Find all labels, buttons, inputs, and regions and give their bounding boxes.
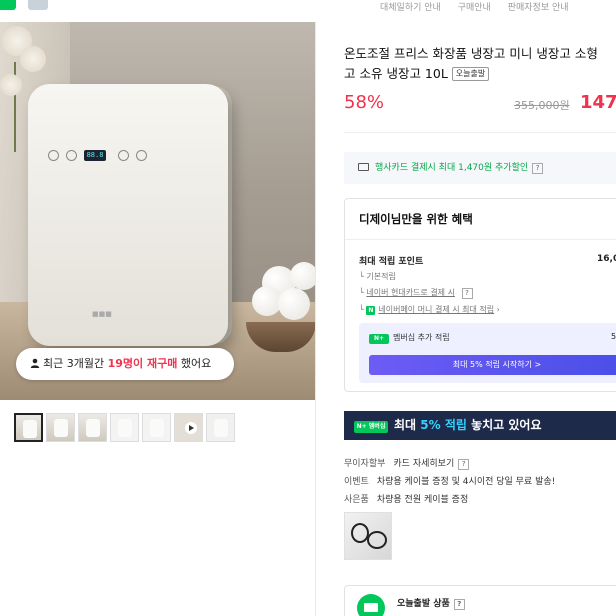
max-points-label: 최대 적립 포인트 bbox=[359, 257, 424, 267]
mode-button-icon bbox=[66, 150, 77, 161]
credit-card-icon bbox=[358, 163, 369, 171]
thumbnail-7[interactable] bbox=[206, 413, 235, 442]
thumbnail-video[interactable] bbox=[174, 413, 203, 442]
nplus-icon: N+ bbox=[369, 334, 389, 344]
product-title-line1: 온도조절 프리스 화장품 냉장고 미니 냉장고 소형 bbox=[344, 46, 598, 61]
top-links: 대체일하기 안내 구매안내 판매자정보 안내 bbox=[380, 0, 583, 13]
membership-banner[interactable]: N+ 멤버십 최대 5% 적립 놓치고 있어요 bbox=[344, 411, 616, 440]
thumbnail-fridge-icon bbox=[150, 419, 164, 437]
naver-badge-icon[interactable] bbox=[0, 0, 16, 10]
temperature-display: 88.8 bbox=[84, 150, 106, 161]
product-title: 온도조절 프리스 화장품 냉장고 미니 냉장고 소형 고 소유 냉장고 10L … bbox=[344, 44, 616, 84]
today-shipping-row: 오늘출발 상품? bbox=[397, 596, 465, 610]
thumbnail-fridge-icon bbox=[23, 420, 37, 438]
store-badge-icon[interactable] bbox=[28, 0, 48, 10]
installment-label: 무이자할부 bbox=[344, 459, 386, 469]
help-icon[interactable]: ? bbox=[461, 288, 473, 299]
event-label: 이벤트 bbox=[344, 477, 369, 487]
repurchase-suffix: 했어요 bbox=[177, 357, 212, 370]
thumbnail-4[interactable] bbox=[110, 413, 139, 442]
cotton-ball bbox=[290, 262, 315, 290]
divider bbox=[344, 132, 616, 133]
repurchase-badge: 최근 3개월간 19명이 재구매 했어요 bbox=[16, 348, 234, 380]
brand-mark-icon: ■■■ bbox=[92, 310, 112, 318]
membership-label-row: N+ 멤버십 추가 적립 bbox=[369, 332, 450, 344]
user-icon bbox=[30, 358, 40, 368]
top-link-0[interactable]: 대체일하기 안내 bbox=[380, 3, 441, 13]
up-button-icon bbox=[118, 150, 129, 161]
help-icon[interactable]: ? bbox=[453, 599, 465, 610]
cotton-ball bbox=[278, 288, 310, 320]
today-shipping-box: 오늘출발 상품? bbox=[344, 585, 616, 616]
gift-value: 차량용 전원 케이블 증정 bbox=[376, 495, 469, 505]
naver-n-icon: N bbox=[366, 306, 376, 315]
column-divider bbox=[315, 22, 316, 616]
original-price: 355,000원 bbox=[514, 99, 570, 112]
banner-prefix: 최대 bbox=[394, 418, 421, 432]
benefit-title: 디제이님만을 위한 혜택 bbox=[359, 212, 473, 226]
top-link-1[interactable]: 구매안내 bbox=[458, 3, 491, 13]
naverpay-row[interactable]: └ N 네이버페이 머니 결제 시 최대 적립 › bbox=[359, 304, 500, 315]
discount-rate: 58% bbox=[344, 92, 385, 113]
gift-label: 사은품 bbox=[344, 495, 369, 505]
repurchase-count: 19명이 재구매 bbox=[107, 357, 178, 370]
today-shipping-tag: 오늘출발 bbox=[451, 67, 490, 81]
thumbnail-fridge-icon bbox=[214, 419, 228, 437]
benefit-box: 디제이님만을 위한 혜택 최대 적립 포인트 16,0 └ 기본적립 └ 네이버… bbox=[344, 198, 616, 392]
banner-suffix: 놓치고 있어요 bbox=[466, 418, 542, 432]
thumbnail-fridge-icon bbox=[54, 419, 68, 437]
membership-start-button[interactable]: 최대 5% 적립 시작하기 > bbox=[369, 355, 616, 375]
thumbnail-fridge-icon bbox=[86, 419, 100, 437]
thumbnail-3[interactable] bbox=[78, 413, 107, 442]
fridge-body bbox=[28, 84, 228, 346]
max-points-value: 16,0 bbox=[597, 254, 616, 264]
membership-badge-icon: N+ 멤버십 bbox=[354, 421, 388, 433]
gift-thumbnail[interactable] bbox=[344, 512, 392, 560]
card-discount-row[interactable]: 행사카드 결제시 최대 1,470원 추가할인? bbox=[344, 152, 616, 184]
play-icon bbox=[185, 422, 197, 434]
hyundai-card-link[interactable]: 네이버 현대카드로 결제 시 bbox=[366, 288, 455, 297]
membership-label: 멤버십 추가 적립 bbox=[393, 333, 450, 342]
thumbnail-1[interactable] bbox=[14, 413, 43, 442]
event-row: 이벤트 차량용 케이블 증정 및 4시이전 당일 무료 발송! bbox=[344, 474, 555, 487]
help-icon[interactable]: ? bbox=[458, 459, 470, 470]
card-discount-text: 행사카드 결제시 최대 1,470원 추가할인 bbox=[375, 163, 529, 173]
divider bbox=[345, 239, 616, 240]
thumbnail-5[interactable] bbox=[142, 413, 171, 442]
power-button-icon bbox=[48, 150, 59, 161]
today-shipping-label: 오늘출발 상품 bbox=[397, 599, 450, 609]
installment-row: 무이자할부 카드 자세히보기? bbox=[344, 456, 470, 470]
basic-points-label: 기본적립 bbox=[366, 272, 396, 281]
installment-link[interactable]: 카드 자세히보기 bbox=[393, 459, 454, 469]
top-link-2[interactable]: 판매자정보 안내 bbox=[508, 3, 569, 13]
event-value: 차량용 케이블 증정 및 4시이전 당일 무료 발송! bbox=[376, 477, 556, 487]
sale-price: 147, bbox=[580, 92, 616, 113]
product-title-line2: 고 소유 냉장고 10L 오늘출발 bbox=[344, 64, 616, 84]
product-title-line2-text: 고 소유 냉장고 10L bbox=[344, 66, 448, 81]
repurchase-prefix: 최근 3개월간 bbox=[43, 357, 108, 370]
membership-value: 5, bbox=[611, 332, 616, 341]
truck-icon bbox=[357, 594, 385, 616]
naverpay-link[interactable]: 네이버페이 머니 결제 시 최대 적립 bbox=[378, 305, 494, 314]
help-icon[interactable]: ? bbox=[532, 163, 544, 174]
thumbnail-fridge-icon bbox=[118, 419, 132, 437]
gift-row: 사은품 차량용 전원 케이블 증정 bbox=[344, 492, 468, 505]
top-bar: 대체일하기 안내 구매안내 판매자정보 안내 bbox=[0, 0, 616, 22]
thumbnail-2[interactable] bbox=[46, 413, 75, 442]
membership-area: N+ 멤버십 추가 적립 5, 최대 5% 적립 시작하기 > bbox=[359, 323, 616, 383]
flower-decor bbox=[0, 74, 22, 96]
product-main-image[interactable]: 88.8 ■■■ bbox=[0, 22, 315, 400]
banner-highlight: 5% 적립 bbox=[420, 418, 467, 432]
hyundai-card-row[interactable]: └ 네이버 현대카드로 결제 시 ? bbox=[359, 287, 473, 299]
flower-decor bbox=[20, 46, 46, 72]
control-panel: 88.8 bbox=[48, 150, 158, 164]
cable-icon bbox=[367, 531, 387, 549]
down-button-icon bbox=[136, 150, 147, 161]
basic-points-row: └ 기본적립 bbox=[359, 272, 396, 281]
